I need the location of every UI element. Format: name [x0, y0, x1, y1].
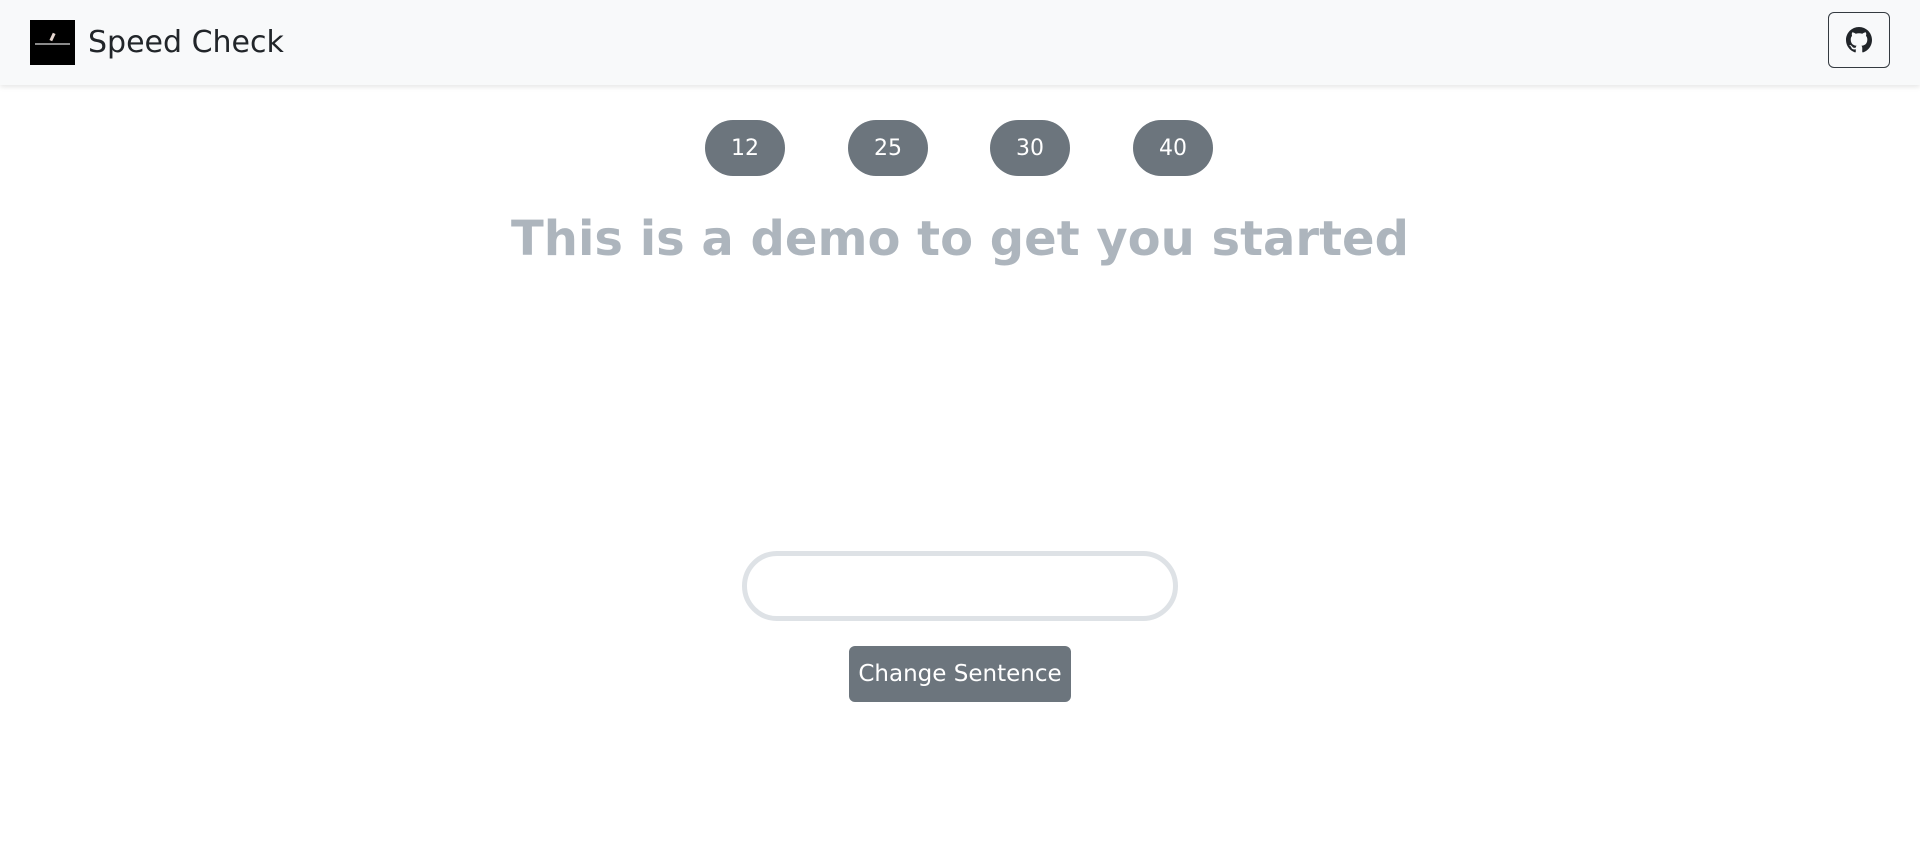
navbar-brand[interactable]: Speed Check — [30, 20, 284, 65]
timer-options: 12 25 30 40 — [0, 120, 1920, 176]
change-sentence-button[interactable]: Change Sentence — [849, 646, 1071, 702]
timer-button-40[interactable]: 40 — [1133, 120, 1213, 176]
brand-logo — [30, 20, 75, 65]
brand-name: Speed Check — [88, 25, 284, 60]
timer-button-30[interactable]: 30 — [990, 120, 1070, 176]
github-icon — [1846, 27, 1872, 53]
timer-button-25[interactable]: 25 — [848, 120, 928, 176]
github-button[interactable] — [1828, 12, 1890, 68]
typing-sentence: This is a demo to get you started — [511, 211, 1409, 267]
navbar: Speed Check — [0, 0, 1920, 85]
typing-input[interactable] — [742, 551, 1178, 621]
timer-button-12[interactable]: 12 — [705, 120, 785, 176]
